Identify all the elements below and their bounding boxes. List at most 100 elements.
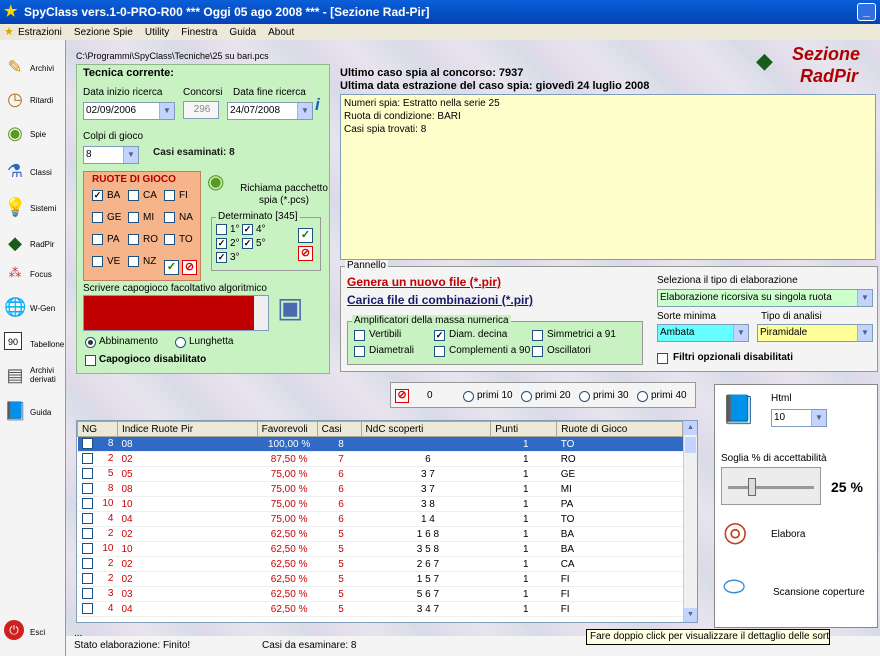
determinato-5-checkbox[interactable]: ✓ [216,252,227,263]
ruota-to-checkbox[interactable] [164,234,175,245]
minimize-button[interactable]: _ [857,3,876,21]
seleziona-combo[interactable]: Elaborazione ricorsiva su singola ruota ▼ [657,289,873,307]
carica-link[interactable]: Carica file di combinazioni (*.pir) [347,293,533,307]
ruota-fi-checkbox[interactable] [164,190,175,201]
determinato-4-checkbox[interactable]: ✓ [242,238,253,249]
ruota-ve-checkbox[interactable] [92,256,103,267]
abbinamento-radio[interactable] [85,337,96,348]
ruota-ro-checkbox[interactable] [128,234,139,245]
determinato-3-checkbox[interactable]: ✓ [216,238,227,249]
scansione-button[interactable]: Scansione coperture [773,587,865,598]
ruota-na-checkbox[interactable] [164,212,175,223]
lunghetta-radio[interactable] [175,337,186,348]
table-row[interactable]: 5 05 75,00 % 6 3 7 1 GE [77,466,683,482]
sidebar-item-archivi[interactable]: ✎ Archivi [2,54,64,88]
target-icon[interactable]: ◎ [723,515,747,548]
capogioco-disabilitato-checkbox[interactable] [85,355,96,366]
sidebar-item-esci[interactable]: ⏻ Esci [2,618,64,652]
menu-guida[interactable]: Guida [229,27,256,38]
sidebar-item-sistemi[interactable]: 💡 Sistemi [2,194,64,228]
filter-radio-2[interactable] [579,391,590,402]
row-checkbox[interactable] [81,543,93,555]
results-table[interactable]: NG Indice Ruote Pir Favorevoli Casi NdC scop… [76,420,698,623]
column-header[interactable]: Indice Ruote Pir [116,421,258,437]
ruota-mi-checkbox[interactable] [128,212,139,223]
row-checkbox[interactable] [81,453,93,465]
ampl-4-checkbox[interactable] [434,346,445,357]
sidebar-item-classi[interactable]: ⚗ Classi [2,158,64,192]
ruota-ba-checkbox[interactable]: ✓ [92,190,103,201]
flashlight-icon[interactable]: ◉ [207,169,224,194]
row-checkbox[interactable] [81,483,93,495]
ampl-2-checkbox[interactable] [532,330,543,341]
menu-sezione-spie[interactable]: Sezione Spie [74,27,133,38]
column-header[interactable]: Ruote di Gioco [556,421,683,437]
menu-about[interactable]: About [268,27,294,38]
row-checkbox[interactable] [81,468,93,480]
menu-utility[interactable]: Utility [145,27,169,38]
table-row[interactable]: 3 03 62,50 % 5 5 6 7 1 FI [77,586,683,602]
filter-radio-3[interactable] [637,391,648,402]
ampl-5-checkbox[interactable] [532,346,543,357]
colpi-combo[interactable]: 8 ▼ [83,146,139,164]
row-checkbox[interactable] [81,513,93,525]
table-row[interactable]: 4 04 75,00 % 6 1 4 1 TO [77,511,683,527]
sidebar-item-archivi-derivati[interactable]: ▤ Archivi derivati [2,362,64,396]
column-header[interactable]: Punti [490,421,558,437]
data-fine-combo[interactable]: 24/07/2008 ▼ [227,102,313,120]
table-row[interactable]: 2 02 62,50 % 5 1 6 8 1 BA [77,526,683,542]
filter-radio-1[interactable] [521,391,532,402]
ampl-0-checkbox[interactable] [354,330,365,341]
soglia-slider[interactable] [721,467,821,505]
reset-icon[interactable]: ⊘ [395,389,409,403]
capogioco-input[interactable] [83,295,269,331]
table-row[interactable]: 10 10 75,00 % 6 3 8 1 PA [77,496,683,512]
determinato-2-checkbox[interactable]: ✓ [242,224,253,235]
html-combo[interactable]: 10 ▼ [771,409,827,427]
column-header[interactable]: Casi [316,421,362,437]
richiama-pacchetto-link[interactable]: Richiama pacchetto spia (*.pcs) [237,183,331,207]
row-checkbox[interactable] [81,603,93,615]
table-row[interactable]: 4 04 62,50 % 5 3 4 7 1 FI [77,601,683,617]
determinato-check-icon[interactable]: ✓ [298,228,313,243]
scanner-icon[interactable]: ⬭ [723,571,745,603]
row-checkbox[interactable] [81,438,93,450]
scroll-thumb[interactable] [685,437,696,453]
table-row[interactable]: 8 08 100,00 % 8 1 TO [77,436,683,452]
determinato-clear-icon[interactable]: ⊘ [298,246,313,261]
row-checkbox[interactable] [81,573,93,585]
column-header[interactable]: Favorevoli [256,421,318,437]
capogioco-scrollbar[interactable] [254,296,268,330]
ruota-ca-checkbox[interactable] [128,190,139,201]
sidebar-item-focus[interactable]: ⁂ Focus [2,260,64,294]
info-icon[interactable]: i [315,95,320,115]
data-inizio-combo[interactable]: 02/09/2006 ▼ [83,102,175,120]
clear-all-icon[interactable]: ⊘ [182,260,197,275]
table-row[interactable]: 10 10 62,50 % 5 3 5 8 1 BA [77,541,683,557]
ampl-3-checkbox[interactable] [354,346,365,357]
row-checkbox[interactable] [81,528,93,540]
genera-link[interactable]: Genera un nuovo file (*.pir) [347,275,501,289]
menu-finestra[interactable]: Finestra [181,27,217,38]
menu-estrazioni[interactable]: ★ Estrazioni [4,26,62,38]
scroll-down-icon[interactable]: ▼ [684,608,697,622]
column-header[interactable]: NG [77,421,118,437]
slider-thumb[interactable] [747,478,756,496]
table-row[interactable]: 2 02 62,50 % 5 1 5 7 1 FI [77,571,683,587]
table-row[interactable]: 2 02 62,50 % 5 2 6 7 1 CA [77,556,683,572]
column-header[interactable]: NdC scoperti [360,421,492,437]
ruota-pa-checkbox[interactable] [92,234,103,245]
ampl-1-checkbox[interactable]: ✓ [434,330,445,341]
row-checkbox[interactable] [81,558,93,570]
ruota-ge-checkbox[interactable] [92,212,103,223]
table-row[interactable]: 2 02 87,50 % 7 6 1 RO [77,451,683,467]
sidebar-item-spie[interactable]: ◉ Spie [2,120,64,154]
ruota-nz-checkbox[interactable] [128,256,139,267]
row-checkbox[interactable] [81,588,93,600]
table-row[interactable]: 8 08 75,00 % 6 3 7 1 MI [77,481,683,497]
determinato-1-checkbox[interactable] [216,224,227,235]
filter-radio-0[interactable] [463,391,474,402]
sidebar-item-guida[interactable]: 📘 Guida [2,398,64,432]
sidebar-item-tabellone[interactable]: 90 Tabellone [2,330,64,364]
pda-icon[interactable]: ▣ [277,291,303,324]
